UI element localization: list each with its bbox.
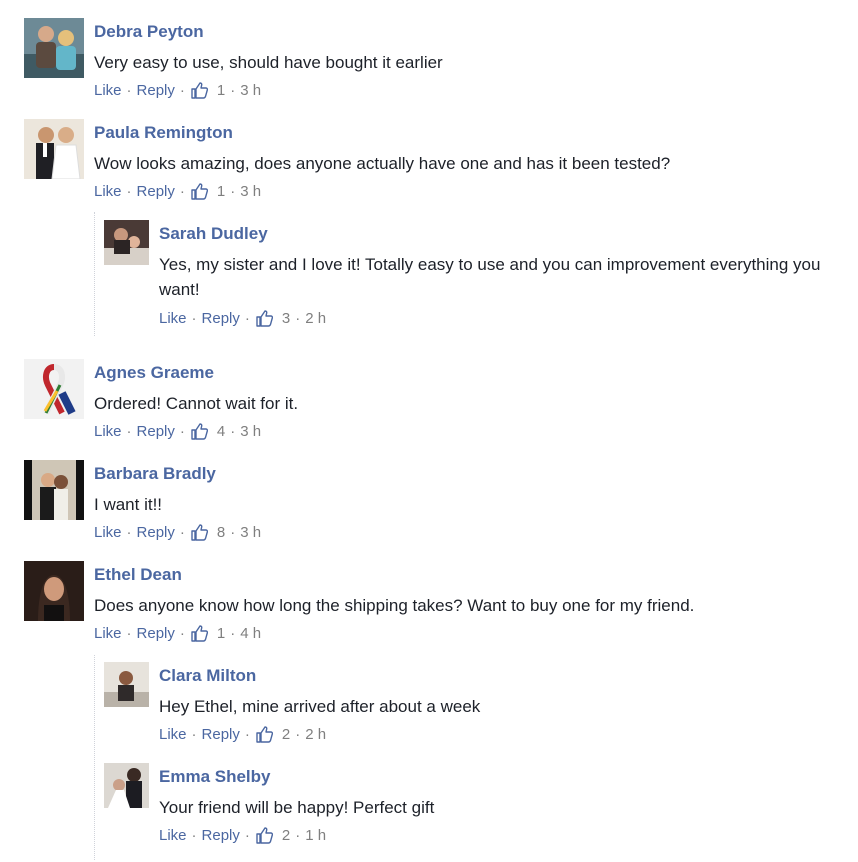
thumbs-up-icon[interactable] xyxy=(256,827,273,844)
timestamp[interactable]: 2 h xyxy=(305,310,326,327)
avatar[interactable] xyxy=(24,359,84,419)
timestamp[interactable]: 1 h xyxy=(305,827,326,844)
like-count: 1 xyxy=(216,625,226,642)
like-link[interactable]: Like xyxy=(159,827,187,844)
separator: · xyxy=(230,82,236,99)
separator: · xyxy=(244,310,250,327)
separator: · xyxy=(179,82,185,99)
thread-line xyxy=(94,212,95,336)
reply-link[interactable]: Reply xyxy=(202,310,240,327)
reply-link[interactable]: Reply xyxy=(137,625,175,642)
separator: · xyxy=(126,625,132,642)
avatar[interactable] xyxy=(104,220,149,265)
separator: · xyxy=(230,423,236,440)
thumbs-up-icon[interactable] xyxy=(191,524,208,541)
comment-text: Hey Ethel, mine arrived after about a we… xyxy=(159,697,481,716)
like-link[interactable]: Like xyxy=(159,310,187,327)
thumbs-up-icon[interactable] xyxy=(256,310,273,327)
like-link[interactable]: Like xyxy=(94,423,122,440)
like-link[interactable]: Like xyxy=(159,726,187,743)
avatar[interactable] xyxy=(24,561,84,621)
like-count: 1 xyxy=(216,82,226,99)
comment-text: Your friend will be happy! Perfect gift xyxy=(159,798,435,817)
comment-author[interactable]: Agnes Graeme xyxy=(94,363,214,383)
separator: · xyxy=(191,726,197,743)
comment-actions: Like · Reply · 4 · 3 h xyxy=(94,423,261,440)
avatar[interactable] xyxy=(104,662,149,707)
separator: · xyxy=(230,524,236,541)
timestamp[interactable]: 4 h xyxy=(240,625,261,642)
like-link[interactable]: Like xyxy=(94,82,122,99)
comment-actions: Like · Reply · 2 · 1 h xyxy=(159,827,326,844)
separator: · xyxy=(179,625,185,642)
separator: · xyxy=(179,524,185,541)
timestamp[interactable]: 3 h xyxy=(240,82,261,99)
reply-link[interactable]: Reply xyxy=(137,82,175,99)
comment-actions: Like · Reply · 8 · 3 h xyxy=(94,524,261,541)
comment-author[interactable]: Emma Shelby xyxy=(159,767,271,787)
comment-text: Wow looks amazing, does anyone actually … xyxy=(94,154,671,173)
thumbs-up-icon[interactable] xyxy=(191,183,208,200)
separator: · xyxy=(295,726,301,743)
separator: · xyxy=(126,183,132,200)
comment-author[interactable]: Barbara Bradly xyxy=(94,464,216,484)
separator: · xyxy=(179,423,185,440)
comment-author[interactable]: Paula Remington xyxy=(94,123,233,143)
comment-author[interactable]: Sarah Dudley xyxy=(159,224,268,244)
separator: · xyxy=(126,82,132,99)
separator: · xyxy=(230,625,236,642)
comment-author[interactable]: Ethel Dean xyxy=(94,565,182,585)
comment-actions: Like · Reply · 1 · 3 h xyxy=(94,82,261,99)
separator: · xyxy=(295,827,301,844)
like-count: 2 xyxy=(281,726,291,743)
comment-text: Does anyone know how long the shipping t… xyxy=(94,596,695,615)
separator: · xyxy=(126,524,132,541)
separator: · xyxy=(244,726,250,743)
timestamp[interactable]: 3 h xyxy=(240,524,261,541)
like-count: 2 xyxy=(281,827,291,844)
comment-text: Ordered! Cannot wait for it. xyxy=(94,394,299,413)
thread-line xyxy=(94,655,95,860)
like-link[interactable]: Like xyxy=(94,625,122,642)
reply-link[interactable]: Reply xyxy=(137,524,175,541)
like-count: 8 xyxy=(216,524,226,541)
timestamp[interactable]: 2 h xyxy=(305,726,326,743)
comment-author[interactable]: Debra Peyton xyxy=(94,22,204,42)
separator: · xyxy=(191,310,197,327)
like-count: 3 xyxy=(281,310,291,327)
thumbs-up-icon[interactable] xyxy=(191,625,208,642)
like-link[interactable]: Like xyxy=(94,183,122,200)
reply-link[interactable]: Reply xyxy=(202,726,240,743)
avatar[interactable] xyxy=(24,460,84,520)
separator: · xyxy=(295,310,301,327)
comment-author[interactable]: Clara Milton xyxy=(159,666,256,686)
separator: · xyxy=(244,827,250,844)
separator: · xyxy=(179,183,185,200)
reply-link[interactable]: Reply xyxy=(137,423,175,440)
comment-text: Very easy to use, should have bought it … xyxy=(94,53,443,72)
avatar[interactable] xyxy=(24,18,84,78)
reply-link[interactable]: Reply xyxy=(202,827,240,844)
like-count: 4 xyxy=(216,423,226,440)
thumbs-up-icon[interactable] xyxy=(256,726,273,743)
timestamp[interactable]: 3 h xyxy=(240,183,261,200)
comment-text: I want it!! xyxy=(94,495,163,514)
comment-actions: Like · Reply · 2 · 2 h xyxy=(159,726,326,743)
thumbs-up-icon[interactable] xyxy=(191,82,208,99)
thumbs-up-icon[interactable] xyxy=(191,423,208,440)
separator: · xyxy=(191,827,197,844)
comment-actions: Like · Reply · 1 · 4 h xyxy=(94,625,261,642)
timestamp[interactable]: 3 h xyxy=(240,423,261,440)
avatar[interactable] xyxy=(24,119,84,179)
like-link[interactable]: Like xyxy=(94,524,122,541)
comment-actions: Like · Reply · 3 · 2 h xyxy=(159,310,326,327)
avatar[interactable] xyxy=(104,763,149,808)
comment-text: Yes, my sister and I love it! Totally ea… xyxy=(159,255,821,299)
reply-link[interactable]: Reply xyxy=(137,183,175,200)
separator: · xyxy=(230,183,236,200)
separator: · xyxy=(126,423,132,440)
like-count: 1 xyxy=(216,183,226,200)
comment-actions: Like · Reply · 1 · 3 h xyxy=(94,183,261,200)
